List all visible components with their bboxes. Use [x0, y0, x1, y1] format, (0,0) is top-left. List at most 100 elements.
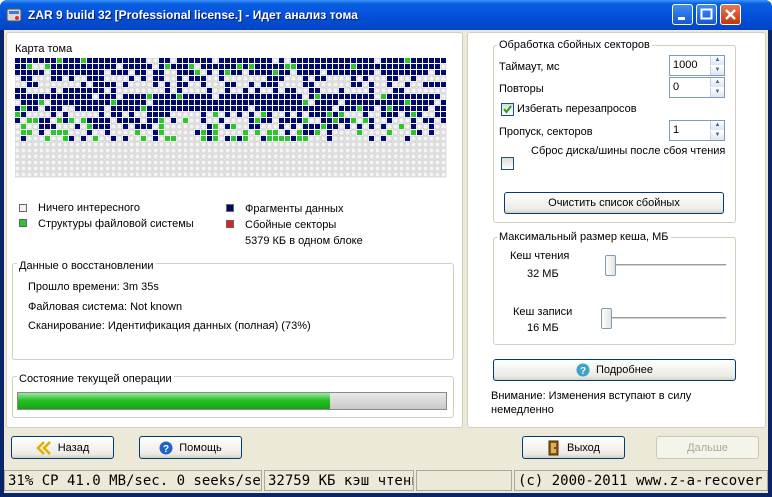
volume-map-block: [350, 147, 357, 154]
volume-map-block: [302, 141, 309, 148]
volume-map-block: [212, 141, 219, 148]
skip-down-arrow[interactable]: ▼: [710, 131, 724, 140]
volume-map-block: [152, 147, 159, 154]
next-button[interactable]: Дальше: [656, 436, 759, 459]
skip-up-arrow[interactable]: ▲: [710, 121, 724, 130]
volume-map-block: [338, 99, 345, 106]
avoid-retries-checkbox[interactable]: [501, 103, 514, 116]
volume-map-block: [44, 141, 51, 148]
help-button[interactable]: ? Помощь: [139, 436, 242, 459]
volume-map-block: [236, 81, 243, 88]
volume-map-block: [218, 111, 225, 118]
volume-map-block: [404, 75, 411, 82]
clear-bad-list-button[interactable]: Очистить список сбойных: [504, 192, 724, 214]
read-cache-slider[interactable]: [605, 255, 616, 276]
volume-map-block: [296, 81, 303, 88]
volume-map-block: [321, 124, 326, 129]
volume-map-block: [243, 130, 248, 135]
volume-map-block: [230, 141, 237, 148]
back-button[interactable]: Назад: [11, 436, 114, 459]
volume-map-block: [51, 64, 56, 69]
volume-map-block: [374, 87, 381, 94]
volume-map-block: [188, 87, 195, 94]
retries-up-arrow[interactable]: ▲: [710, 78, 724, 87]
volume-map-block: [86, 141, 93, 148]
volume-map-block: [104, 87, 111, 94]
volume-map-block: [249, 82, 254, 87]
volume-map-block: [153, 94, 158, 99]
volume-map-block: [207, 106, 212, 111]
maximize-button[interactable]: [696, 4, 717, 25]
volume-map-block: [116, 147, 123, 154]
volume-map-block: [344, 165, 351, 172]
volume-map-block: [249, 118, 254, 123]
volume-map-block: [411, 112, 416, 117]
volume-map-block: [440, 75, 447, 82]
timeout-down-arrow[interactable]: ▼: [710, 66, 724, 75]
volume-map-block: [416, 165, 423, 172]
volume-map-block: [164, 171, 171, 178]
volume-map-block: [273, 82, 278, 87]
volume-map-block: [27, 118, 32, 123]
volume-map-block: [363, 58, 368, 63]
volume-map-block: [369, 124, 374, 129]
volume-map-block: [279, 100, 284, 105]
volume-map-block: [123, 118, 128, 123]
volume-map-block: [399, 64, 404, 69]
volume-map-block: [194, 147, 201, 154]
volume-map-block: [428, 87, 435, 94]
volume-map-block: [182, 111, 189, 118]
exit-button[interactable]: Выход: [522, 436, 625, 459]
volume-map-block: [351, 70, 356, 75]
volume-map-block: [32, 159, 39, 166]
volume-map-block: [207, 94, 212, 99]
volume-map-block: [45, 58, 50, 63]
timeout-spinner[interactable]: 1000 ▲ ▼: [669, 55, 725, 76]
volume-map-block: [230, 147, 237, 154]
volume-map-block: [428, 147, 435, 154]
volume-map-block: [357, 64, 362, 69]
volume-map-block: [368, 153, 375, 160]
volume-map-block: [194, 63, 201, 70]
more-details-button[interactable]: ? Подробнее: [493, 359, 736, 381]
timeout-up-arrow[interactable]: ▲: [710, 56, 724, 65]
volume-map-block: [38, 87, 45, 94]
volume-map-block: [32, 135, 39, 142]
volume-map-block: [327, 100, 332, 105]
volume-map-block: [345, 94, 350, 99]
volume-map-block: [182, 153, 189, 160]
volume-map-block: [333, 58, 338, 63]
volume-map-block: [369, 58, 374, 63]
volume-map-block: [183, 58, 188, 63]
volume-map-block: [410, 147, 417, 154]
volume-map-block: [134, 87, 141, 94]
volume-map-block: [20, 117, 27, 124]
volume-map-block: [170, 165, 177, 172]
retries-spinner[interactable]: 0 ▲ ▼: [669, 77, 725, 98]
volume-map-block: [327, 112, 332, 117]
minimize-button[interactable]: [672, 4, 693, 25]
volume-map-block: [92, 147, 99, 154]
volume-map-block: [320, 81, 327, 88]
volume-map-block: [32, 147, 39, 154]
retries-down-arrow[interactable]: ▼: [710, 88, 724, 97]
volume-map-block: [207, 100, 212, 105]
reset-bus-checkbox[interactable]: [501, 157, 514, 170]
volume-map-block: [27, 94, 32, 99]
volume-map-block: [39, 94, 44, 99]
write-cache-slider[interactable]: [601, 308, 612, 329]
volume-map-block: [356, 153, 363, 160]
volume-map-block: [27, 64, 32, 69]
volume-map-block: [111, 88, 116, 93]
skip-sectors-value: 1: [673, 124, 680, 136]
volume-map-block: [332, 159, 339, 166]
volume-map-block: [194, 123, 201, 130]
volume-map-block: [429, 82, 434, 87]
volume-map-block: [308, 159, 315, 166]
volume-map-block: [201, 82, 206, 87]
volume-map-block: [110, 153, 117, 160]
skip-sectors-spinner[interactable]: 1 ▲ ▼: [669, 120, 725, 141]
volume-map-block: [344, 87, 351, 94]
close-button[interactable]: [720, 4, 741, 25]
volume-map-block: [374, 129, 381, 136]
